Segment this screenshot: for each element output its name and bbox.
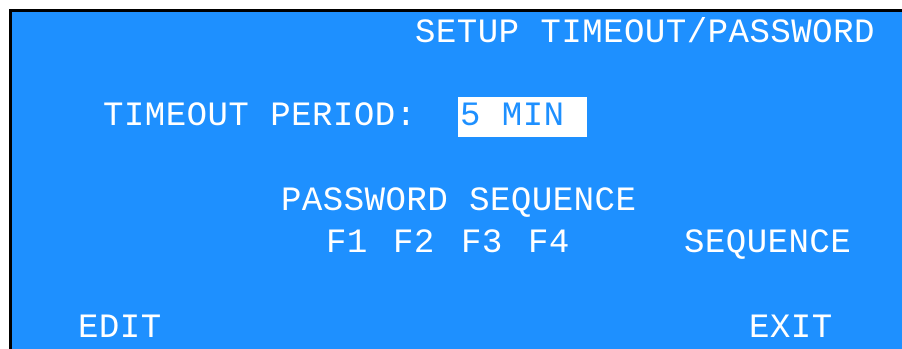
sequence-softkey[interactable]: SEQUENCE bbox=[684, 224, 851, 264]
password-key-f4: F4 bbox=[528, 225, 570, 263]
password-key-f2: F2 bbox=[393, 225, 435, 263]
screen-title: SETUP TIMEOUT/PASSWORD bbox=[415, 15, 875, 53]
setup-screen: SETUP TIMEOUT/PASSWORD TIMEOUT PERIOD: 5… bbox=[9, 9, 902, 349]
password-key-f3: F3 bbox=[461, 225, 503, 263]
timeout-period-field[interactable]: 5 MIN bbox=[458, 97, 587, 137]
edit-softkey[interactable]: EDIT bbox=[78, 309, 162, 349]
exit-softkey[interactable]: EXIT bbox=[749, 309, 833, 349]
password-sequence-heading: PASSWORD SEQUENCE bbox=[281, 183, 637, 221]
password-key-f1: F1 bbox=[326, 225, 368, 263]
timeout-period-label: TIMEOUT PERIOD: bbox=[103, 98, 417, 136]
